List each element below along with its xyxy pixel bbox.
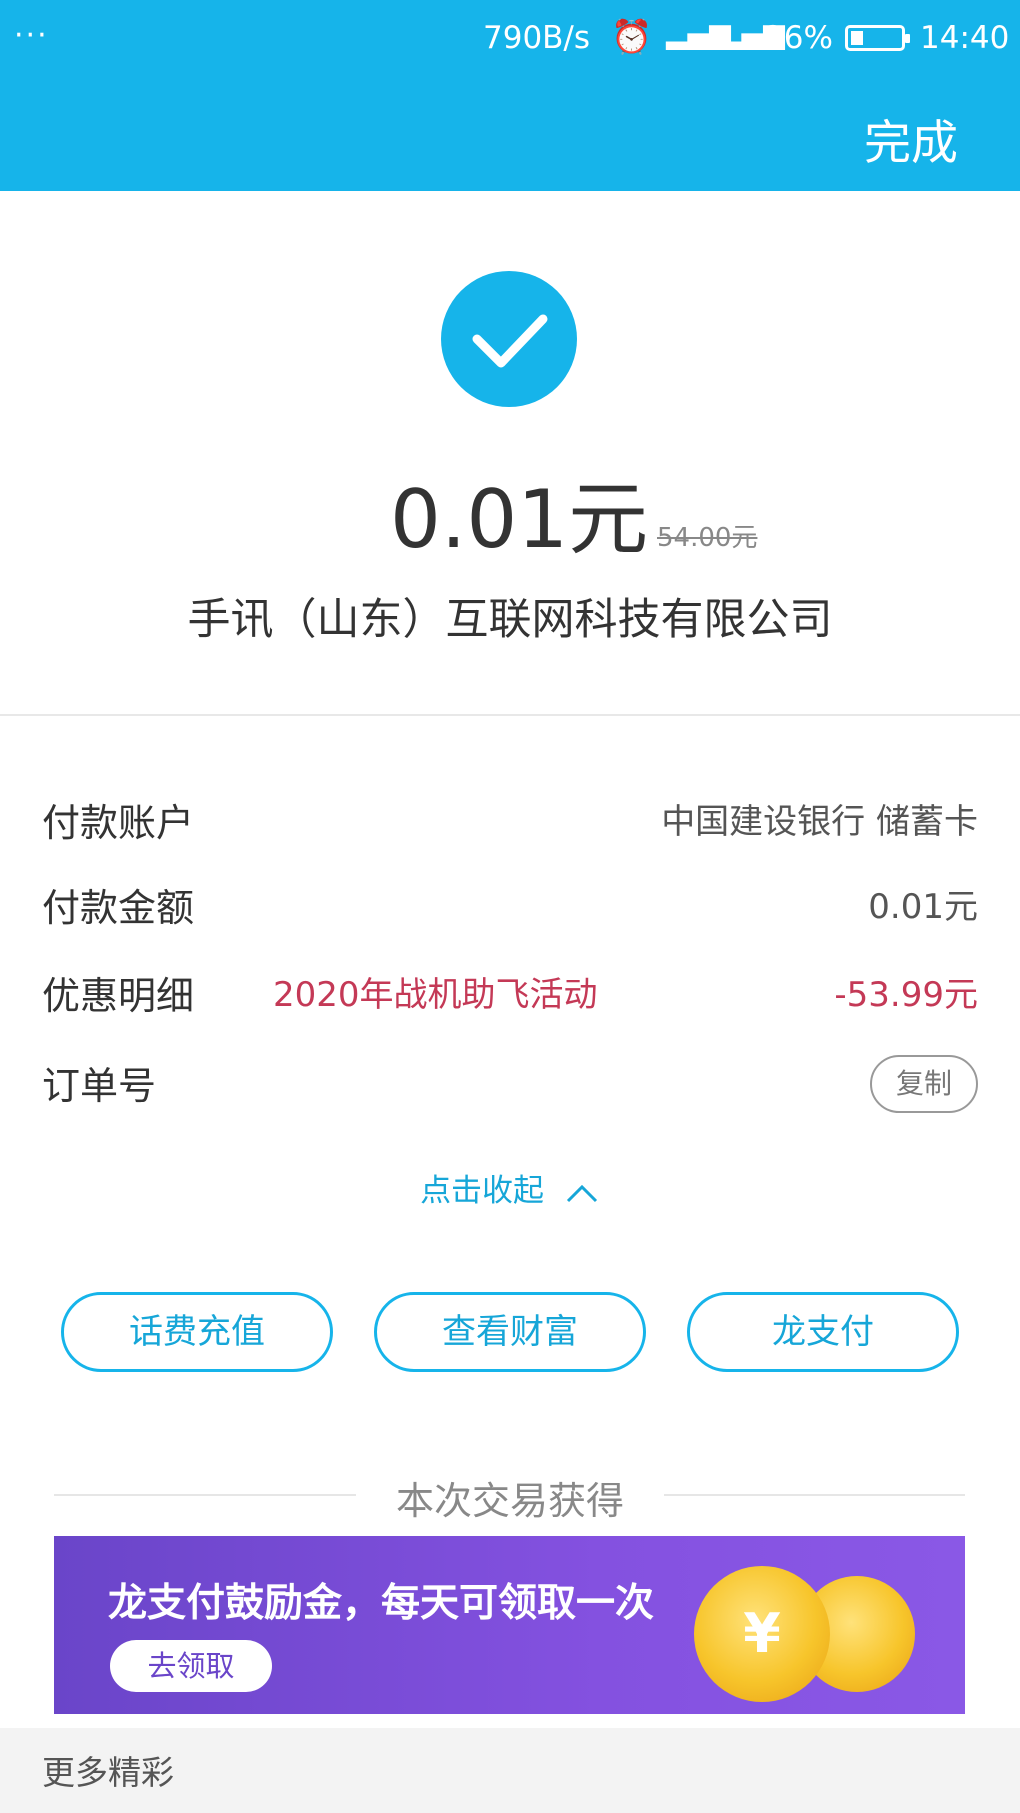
order-number-row: 订单号 复制	[0, 1055, 1020, 1115]
reward-banner[interactable]: 龙支付鼓励金，每天可领取一次 去领取 ¥	[54, 1536, 965, 1714]
amount-row: 0.01元 54.00元	[0, 455, 1020, 566]
top-bar: 完成	[0, 76, 1020, 191]
yen-symbol: ¥	[743, 1602, 781, 1665]
pay-account-value: 中国建设银行 储蓄卡	[661, 802, 978, 842]
paid-amount: 0.01元	[390, 473, 649, 566]
network-speed: 790B/s	[483, 20, 591, 56]
original-amount: 54.00元	[657, 523, 758, 553]
checkmark-icon	[441, 271, 577, 407]
earned-divider-right	[664, 1494, 965, 1496]
chevron-up-icon	[566, 1184, 597, 1202]
more-section: 更多精彩	[0, 1728, 1020, 1813]
more-title: 更多精彩	[42, 1753, 174, 1792]
order-number-label: 订单号	[42, 1064, 157, 1108]
phone-recharge-button[interactable]: 话费充值	[61, 1292, 333, 1372]
discount-row: 优惠明细 2020年战机助飞活动 -53.99元	[0, 965, 1020, 1025]
battery-fill	[851, 31, 863, 45]
clock: 14:40	[920, 20, 1010, 56]
reward-banner-text: 龙支付鼓励金，每天可领取一次	[108, 1581, 655, 1626]
pay-amount-label: 付款金额	[42, 886, 195, 930]
battery-icon	[845, 25, 910, 51]
status-bar: ··· 790B/s ⏰ ▂▄▆ ▂▄▆ 26% 14:40	[0, 0, 1020, 76]
done-button[interactable]: 完成	[864, 104, 958, 173]
claim-button[interactable]: 去领取	[110, 1640, 272, 1692]
divider	[0, 714, 1020, 716]
long-pay-button[interactable]: 龙支付	[687, 1292, 959, 1372]
collapse-toggle[interactable]: 点击收起	[0, 1165, 1020, 1210]
earned-title: 本次交易获得	[395, 1479, 624, 1523]
battery-percent: 26%	[764, 20, 833, 56]
pay-amount-value: 0.01元	[868, 887, 978, 927]
more-dots-icon: ···	[14, 18, 49, 53]
coin-icon: ¥	[694, 1566, 830, 1702]
merchant-name: 手讯（山东）互联网科技有限公司	[187, 595, 833, 645]
pay-account-row: 付款账户 中国建设银行 储蓄卡	[0, 792, 1020, 852]
discount-activity: 2020年战机助飞活动	[273, 975, 598, 1015]
view-wealth-button[interactable]: 查看财富	[374, 1292, 646, 1372]
pay-account-label: 付款账户	[42, 801, 195, 845]
copy-button[interactable]: 复制	[870, 1055, 978, 1113]
discount-value: -53.99元	[834, 975, 978, 1015]
pay-amount-row: 付款金额 0.01元	[0, 877, 1020, 937]
collapse-label: 点击收起	[420, 1173, 545, 1209]
discount-label: 优惠明细	[42, 974, 195, 1018]
alarm-clock-icon: ⏰	[611, 17, 653, 56]
